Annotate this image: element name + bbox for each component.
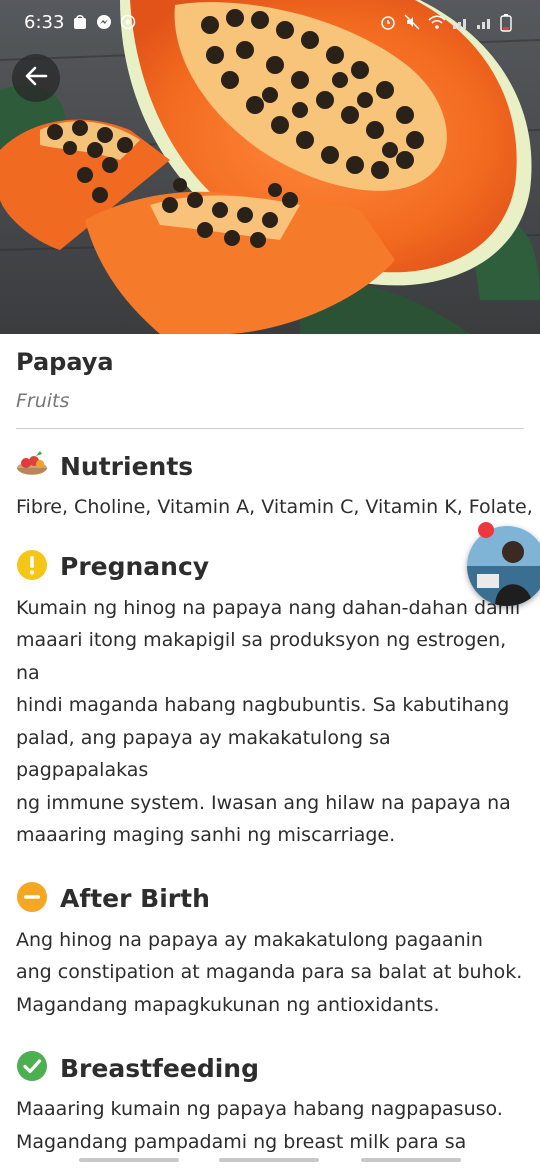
nutrients-title: Nutrients <box>60 451 194 481</box>
mute-icon <box>404 14 420 30</box>
nav-back-button[interactable] <box>361 1158 461 1162</box>
alarm-icon <box>380 14 396 30</box>
food-category: Fruits <box>16 390 70 412</box>
breastfeeding-section: Breastfeeding Maaaring kumain ng papaya … <box>16 1051 526 1158</box>
papaya-photo <box>0 0 540 334</box>
food-detail: Papaya Fruits Nutrients Fibre, Choline, … <box>16 334 540 1158</box>
messenger-icon <box>96 14 112 30</box>
check-circle-icon <box>16 1050 48 1086</box>
divider <box>16 428 524 429</box>
pregnancy-text: Kumain ng hinog na papaya nang dahan-dah… <box>16 596 521 847</box>
after-birth-title: After Birth <box>60 884 210 913</box>
back-button[interactable] <box>12 54 60 102</box>
warning-icon <box>16 549 48 585</box>
food-name: Papaya <box>16 348 114 376</box>
hero-image: 6:33 <box>0 0 540 334</box>
fruit-bowl-icon <box>16 448 48 484</box>
arrow-left-icon <box>22 62 50 94</box>
after-birth-section: After Birth Ang hinog na papaya ay makak… <box>16 881 526 1022</box>
signal-icon-2 <box>476 14 492 30</box>
nav-recent-button[interactable] <box>79 1158 179 1162</box>
system-nav-bar <box>0 1150 540 1170</box>
notification-icon <box>120 14 136 30</box>
messenger-chat-head[interactable] <box>467 526 540 606</box>
avatar <box>467 526 540 606</box>
wifi-icon <box>428 14 446 30</box>
pregnancy-title: Pregnancy <box>60 552 210 581</box>
nav-home-button[interactable] <box>219 1158 319 1162</box>
status-bar: 6:33 <box>0 0 540 44</box>
nutrients-text: Fibre, Choline, Vitamin A, Vitamin C, Vi… <box>16 496 540 518</box>
chat-notification-badge <box>478 522 494 538</box>
status-time: 6:33 <box>24 11 65 33</box>
battery-icon <box>500 14 516 32</box>
shopping-bag-icon <box>72 14 88 30</box>
breastfeeding-text: Maaaring kumain ng papaya habang nagpapa… <box>16 1098 503 1153</box>
nutrients-section: Nutrients Fibre, Choline, Vitamin A, Vit… <box>16 448 540 524</box>
breastfeeding-title: Breastfeeding <box>60 1053 259 1083</box>
minus-circle-icon <box>16 881 48 917</box>
signal-icon <box>452 14 468 30</box>
pregnancy-section: Pregnancy Kumain ng hinog na papaya nang… <box>16 549 526 852</box>
after-birth-text: Ang hinog na papaya ay makakatulong paga… <box>16 928 523 1016</box>
